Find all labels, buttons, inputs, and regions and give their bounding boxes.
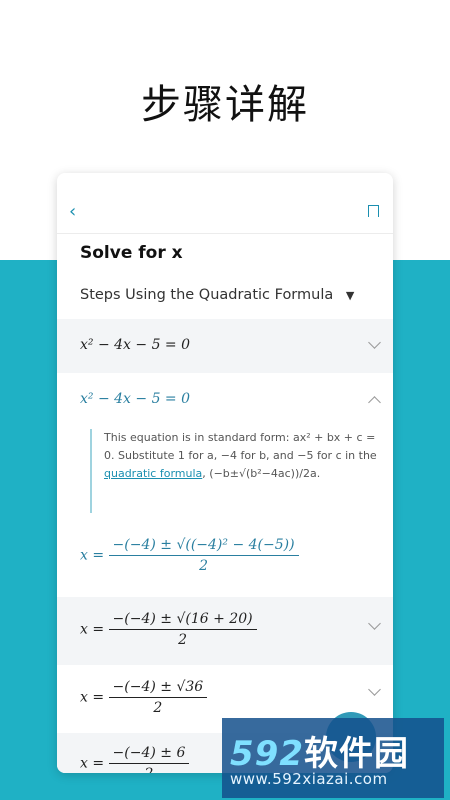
step-row[interactable]: x² − 4x − 5 = 0 [57,319,393,373]
denominator: 2 [178,632,187,648]
lhs: x = [80,621,105,638]
denominator: 2 [109,764,190,773]
chevron-left-icon[interactable]: ‹ [69,201,76,222]
method-selector[interactable]: Steps Using the Quadratic Formula ▼ [80,287,354,303]
numerator: −(−4) ± 6 [108,745,190,764]
numerator: −(−4) ± √36 [108,679,208,698]
step-expression: x = −(−4) ± √(16 + 20) 2 [80,611,257,648]
nav-bar: ‹ [57,173,393,234]
step-expression: x = −(−4) ± 6 2 [80,745,190,773]
step-expression: x² − 4x − 5 = 0 [80,391,191,407]
watermark-logo: 592软件园 [230,726,409,775]
numerator: −(−4) ± √((−4)² − 4(−5)) [108,537,299,556]
denominator: 2 [199,558,209,574]
lhs: x = [80,755,105,772]
step-row-expanded[interactable]: x² − 4x − 5 = 0 [57,373,393,433]
fraction: −(−4) ± √36 2 [108,679,208,716]
fraction: −(−4) ± √((−4)² − 4(−5)) 2 [108,537,299,574]
step-explanation: This equation is in standard form: ax² +… [90,429,384,513]
page-title: Solve for x [80,243,183,263]
step-expression: x = −(−4) ± √36 2 [80,679,208,716]
watermark-logo-text: 软件园 [303,734,409,774]
lhs: x = [80,547,105,564]
step-expression: x² − 4x − 5 = 0 [80,337,191,353]
lhs: x = [80,689,105,706]
fraction: −(−4) ± √(16 + 20) 2 [108,611,257,648]
chevron-down-icon[interactable] [368,683,381,696]
bookmark-icon[interactable] [368,205,379,220]
watermark: 592软件园 www.592xiazai.com [222,718,444,798]
chevron-down-icon[interactable] [368,336,381,349]
watermark-logo-num: 592 [230,734,304,774]
step-row[interactable]: x = −(−4) ± √(16 + 20) 2 [57,597,393,665]
step-row: x = −(−4) ± √((−4)² − 4(−5)) 2 [57,529,393,597]
explanation-formula: , (−b±√(b²−4ac))/2a. [202,467,321,480]
phone-screen: ‹ Solve for x Steps Using the Quadratic … [57,173,393,773]
numerator: −(−4) ± √(16 + 20) [108,611,257,630]
quadratic-formula-link[interactable]: quadratic formula [104,467,202,480]
caret-down-icon: ▼ [345,289,355,302]
fraction: −(−4) ± 6 2 [108,745,190,773]
watermark-url: www.592xiazai.com [230,770,388,788]
step-expression: x = −(−4) ± √((−4)² − 4(−5)) 2 [80,537,299,574]
headline: 步骤详解 [141,82,309,128]
chevron-up-icon[interactable] [368,396,381,409]
method-label: Steps Using the Quadratic Formula [80,287,334,303]
explanation-text: This equation is in standard form: ax² +… [104,431,377,462]
denominator: 2 [153,700,163,716]
chevron-down-icon[interactable] [368,617,381,630]
